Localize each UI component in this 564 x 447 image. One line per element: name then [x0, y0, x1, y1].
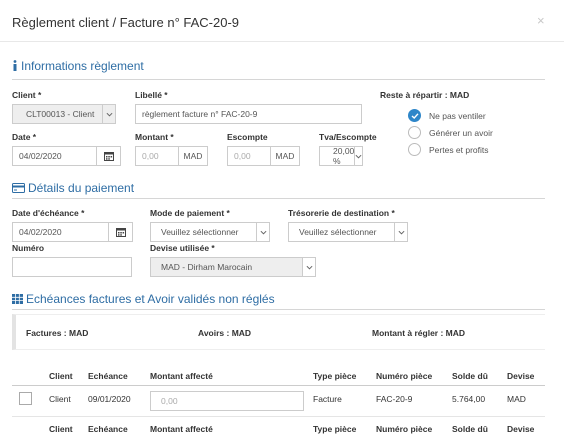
chevron-down-icon — [256, 223, 269, 241]
devise-value: MAD - Dirham Marocain — [161, 262, 253, 272]
credit-card-icon — [12, 182, 25, 196]
mode-select[interactable]: Veuillez sélectionner — [150, 222, 270, 242]
footer-header-numero: Numéro pièce — [376, 424, 433, 434]
section-echeances-label: Echéances factures et Avoir validés non … — [26, 292, 275, 306]
radio-ne-pas-ventiler[interactable]: Ne pas ventiler — [408, 109, 486, 122]
numero-label: Numéro — [12, 243, 45, 253]
tresorerie-label: Trésorerie de destination * — [288, 208, 395, 218]
totals-panel: Factures : MAD Avoirs : MAD Montant à ré… — [12, 314, 545, 350]
radio-unchecked-icon — [408, 126, 421, 139]
echeance-label: Date d'échéance * — [12, 208, 85, 218]
column-header-client: Client — [49, 371, 73, 381]
montant-regler-total: Montant à régler : MAD — [372, 328, 466, 338]
libelle-input[interactable]: règlement facture n° FAC-20-9 — [135, 104, 362, 124]
client-select[interactable]: CLT00013 - Client — [12, 104, 116, 124]
radio-label: Pertes et profits — [429, 144, 489, 155]
escompte-label: Escompte — [227, 132, 268, 142]
column-header-montant: Montant affecté — [150, 371, 213, 381]
tva-value: 20,00 % — [333, 146, 355, 166]
section-divider — [12, 198, 545, 199]
cell-client: Client — [49, 394, 71, 404]
date-label: Date * — [12, 132, 37, 142]
montant-currency: MAD — [178, 146, 208, 166]
section-divider — [12, 79, 545, 80]
escompte-input[interactable]: 0,00 — [227, 146, 271, 166]
devise-select[interactable]: MAD - Dirham Marocain — [150, 257, 316, 277]
calendar-icon[interactable] — [96, 146, 121, 166]
header-divider — [12, 385, 545, 386]
reste-label: Reste à répartir : MAD — [380, 90, 470, 100]
row-divider — [12, 416, 545, 417]
section-informations-title: Informations règlement — [12, 59, 144, 74]
column-header-type: Type pièce — [313, 371, 357, 381]
chevron-down-icon — [394, 223, 407, 241]
tresorerie-select[interactable]: Veuillez sélectionner — [288, 222, 408, 242]
section-echeances-title: Echéances factures et Avoir validés non … — [12, 292, 275, 307]
modal-title: Règlement client / Facture n° FAC-20-9 — [12, 15, 240, 30]
cell-numero: FAC-20-9 — [376, 394, 413, 404]
column-header-solde: Solde dû — [452, 371, 488, 381]
tva-label: Tva/Escompte — [319, 132, 377, 142]
cell-solde: 5.764,00 — [452, 394, 486, 404]
chevron-down-icon — [102, 105, 115, 123]
radio-label: Générer un avoir — [429, 127, 493, 138]
column-header-numero: Numéro pièce — [376, 371, 433, 381]
cell-echeance: 09/01/2020 — [88, 394, 131, 404]
row-checkbox[interactable] — [19, 392, 32, 405]
escompte-currency: MAD — [270, 146, 300, 166]
footer-header-client: Client — [49, 424, 73, 434]
chevron-down-icon — [354, 147, 362, 165]
calendar-icon[interactable] — [108, 222, 133, 242]
section-paiement-title: Détails du paiement — [12, 181, 134, 196]
numero-input[interactable] — [12, 257, 132, 277]
devise-label: Devise utilisée * — [150, 243, 215, 253]
montant-input[interactable]: 0,00 — [135, 146, 179, 166]
column-header-echeance: Echéance — [88, 371, 128, 381]
tresorerie-value: Veuillez sélectionner — [299, 227, 377, 237]
footer-header-type: Type pièce — [313, 424, 357, 434]
section-divider — [12, 309, 545, 310]
date-input[interactable]: 04/02/2020 — [12, 146, 97, 166]
table-icon — [12, 293, 23, 307]
cell-type: Facture — [313, 394, 342, 404]
chevron-down-icon — [302, 258, 315, 276]
montant-affecte-input[interactable]: 0,00 — [150, 391, 304, 411]
info-icon — [12, 59, 18, 74]
radio-unchecked-icon — [408, 143, 421, 156]
avoirs-total: Avoirs : MAD — [198, 328, 252, 338]
montant-label: Montant * — [135, 132, 174, 142]
header-divider — [0, 41, 564, 42]
cell-devise: MAD — [507, 394, 526, 404]
column-header-devise: Devise — [507, 371, 535, 381]
mode-label: Mode de paiement * — [150, 208, 230, 218]
libelle-label: Libellé * — [135, 90, 168, 100]
footer-header-echeance: Echéance — [88, 424, 128, 434]
radio-generer-avoir[interactable]: Générer un avoir — [408, 126, 493, 139]
client-value: CLT00013 - Client — [26, 109, 95, 119]
radio-label: Ne pas ventiler — [429, 110, 486, 121]
radio-checked-icon — [408, 109, 421, 122]
close-icon[interactable]: × — [537, 13, 545, 28]
echeance-input[interactable]: 04/02/2020 — [12, 222, 109, 242]
tva-select[interactable]: 20,00 % — [319, 146, 363, 166]
mode-value: Veuillez sélectionner — [161, 227, 239, 237]
footer-header-devise: Devise — [507, 424, 535, 434]
factures-total: Factures : MAD — [26, 328, 89, 338]
section-informations-label: Informations règlement — [21, 59, 144, 73]
footer-header-montant: Montant affecté — [150, 424, 213, 434]
radio-pertes-profits[interactable]: Pertes et profits — [408, 143, 489, 156]
client-label: Client * — [12, 90, 42, 100]
section-paiement-label: Détails du paiement — [28, 181, 135, 195]
footer-header-solde: Solde dû — [452, 424, 488, 434]
